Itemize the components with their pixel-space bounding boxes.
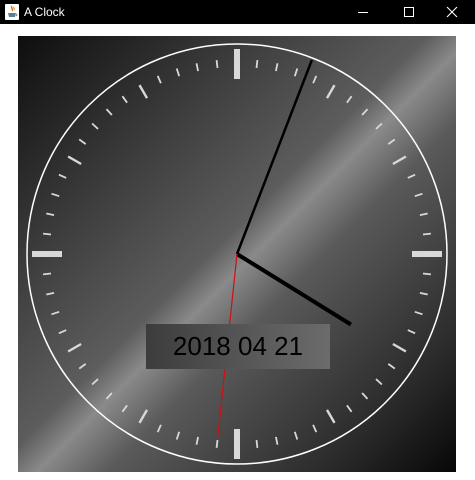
minute-tick [58,173,67,179]
minute-tick [346,95,353,104]
hour-hand [235,252,352,327]
minute-tick [312,424,318,433]
maximize-icon [404,7,414,17]
hour-tick [67,155,82,166]
minute-tick [91,378,99,386]
minute-tick [78,363,87,370]
title-bar[interactable]: A Clock [0,0,475,24]
minute-tick [195,63,199,72]
minute-tick [42,272,52,276]
hour-tick [392,342,407,353]
minute-tick [215,59,219,69]
minute-tick [42,232,52,236]
java-app-icon [4,3,20,21]
minute-tick [419,292,428,296]
minute-tick [375,122,383,130]
date-text: 2018 04 21 [172,331,304,361]
minimize-button[interactable] [340,0,386,24]
minute-tick [293,431,299,440]
minute-tick [419,212,428,216]
minute-tick [387,138,396,145]
clock-face: 2018 04 21 [18,36,456,472]
minute-tick [255,439,259,449]
minute-tick [51,310,60,316]
hour-tick [138,409,149,424]
minute-tick [175,68,181,77]
minute-tick [312,75,318,84]
minute-tick [407,329,416,335]
minute-tick [346,404,353,413]
minute-tick [387,363,396,370]
maximize-button[interactable] [386,0,432,24]
minute-tick [293,68,299,77]
minute-tick [275,63,279,72]
minute-tick [422,232,432,236]
minute-tick [46,212,55,216]
minute-tick [156,75,162,84]
minute-tick [58,329,67,335]
minute-tick [255,59,259,69]
minute-tick [375,378,383,386]
minute-tick [195,436,199,445]
minute-tick [121,404,128,413]
minute-tick [78,138,87,145]
close-button[interactable] [429,0,475,24]
minute-tick [105,392,113,400]
minute-hand [235,59,314,255]
window-title: A Clock [24,5,65,19]
clock-dial [26,43,448,465]
minute-tick [414,310,423,316]
minute-tick [407,173,416,179]
minute-tick [51,192,60,198]
minute-tick [91,122,99,130]
minute-tick [414,192,423,198]
minute-tick [121,95,128,104]
hour-tick [325,84,336,99]
date-display: 2018 04 21 [146,324,330,369]
minute-tick [105,108,113,116]
clock-hands [217,59,352,436]
minute-tick [422,272,432,276]
minute-tick [361,108,369,116]
minute-tick [275,436,279,445]
minute-tick [156,424,162,433]
minute-tick [215,439,219,449]
minute-tick [46,292,55,296]
close-icon [446,6,458,18]
hour-tick [138,84,149,99]
hour-tick [325,409,336,424]
minimize-icon [358,12,368,13]
hour-tick [392,155,407,166]
minute-tick [361,392,369,400]
hour-tick [67,342,82,353]
app-window: A Clock 2018 04 21 [0,0,475,480]
minute-tick [175,431,181,440]
